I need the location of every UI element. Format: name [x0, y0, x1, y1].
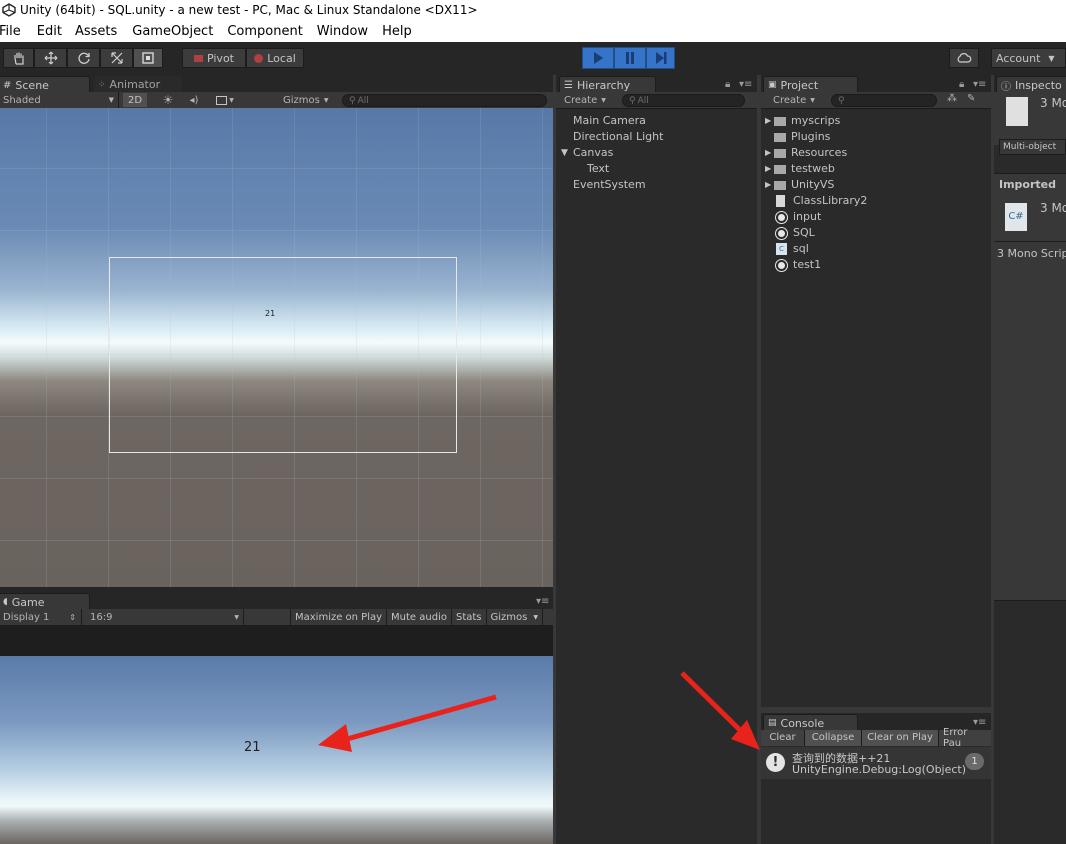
annotation-overlay — [318, 671, 760, 752]
annotation-arrow-game-text — [318, 694, 497, 752]
annotation-arrow-console — [680, 671, 760, 750]
